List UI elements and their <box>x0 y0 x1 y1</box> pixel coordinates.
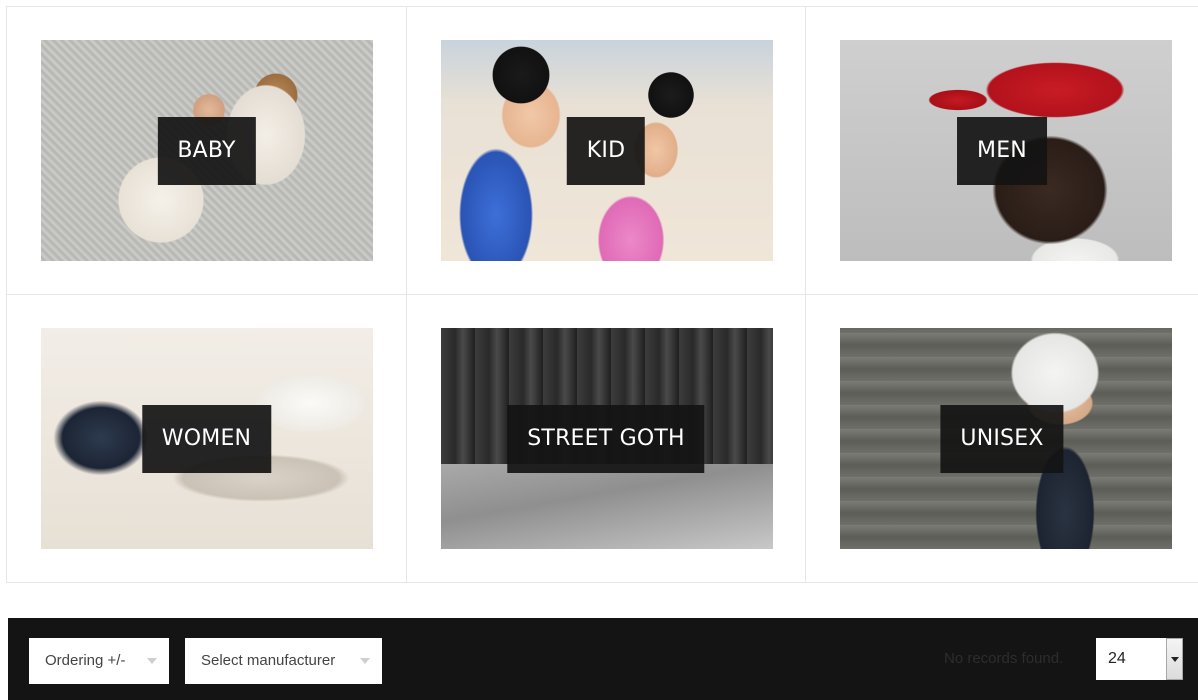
chevron-down-icon <box>360 658 370 664</box>
category-tile-women[interactable]: WOMEN <box>7 295 407 583</box>
caret-down-icon <box>1171 657 1179 662</box>
per-page-select[interactable]: 24 <box>1096 638 1166 680</box>
category-tile-men[interactable]: MEN <box>806 7 1198 295</box>
category-label-unisex[interactable]: UNISEX <box>940 404 1064 473</box>
chevron-down-icon <box>147 658 157 664</box>
category-tile-street-goth[interactable]: STREET GOTH <box>407 295 806 583</box>
category-tile-baby[interactable]: BABY <box>7 7 407 295</box>
manufacturer-select[interactable]: Select manufacturer <box>185 638 382 684</box>
category-label-street-goth[interactable]: STREET GOTH <box>507 404 705 473</box>
category-label-men[interactable]: MEN <box>957 116 1047 185</box>
manufacturer-select-label: Select manufacturer <box>201 652 336 669</box>
category-label-kid[interactable]: KID <box>566 116 646 185</box>
no-records-message: No records found. <box>944 650 1064 667</box>
per-page-value: 24 <box>1108 650 1126 667</box>
filter-toolbar: Ordering +/- Select manufacturer No reco… <box>8 618 1198 700</box>
category-label-women[interactable]: WOMEN <box>141 404 272 473</box>
per-page-dropdown-button[interactable] <box>1166 638 1183 680</box>
category-label-baby[interactable]: BABY <box>157 116 256 185</box>
category-tile-unisex[interactable]: UNISEX <box>806 295 1198 583</box>
ordering-select-label: Ordering +/- <box>45 652 126 669</box>
category-grid: BABY KID MEN WOMEN STREET GOTH UNISEX <box>6 6 1198 583</box>
category-tile-kid[interactable]: KID <box>407 7 806 295</box>
ordering-select[interactable]: Ordering +/- <box>29 638 169 684</box>
